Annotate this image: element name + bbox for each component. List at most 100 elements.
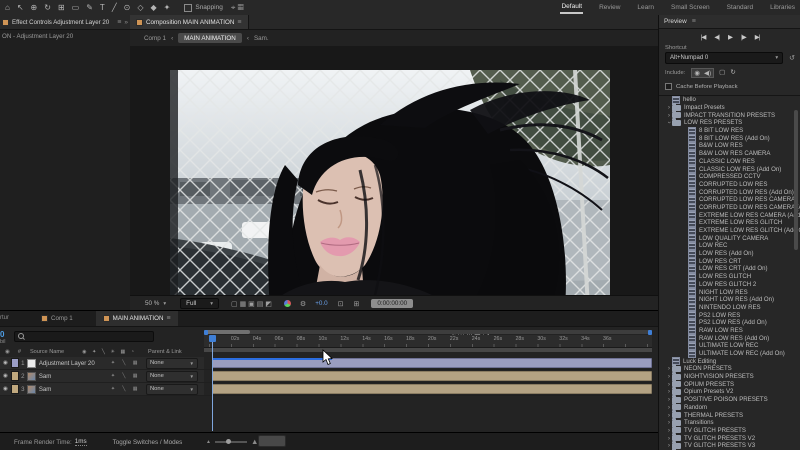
- effects-list-item[interactable]: PS2 LOW RES: [659, 311, 800, 319]
- effects-list-item[interactable]: PS2 LOW RES (Add On): [659, 319, 800, 327]
- work-area-bar[interactable]: [204, 348, 652, 352]
- layer-color-chip[interactable]: [11, 384, 19, 394]
- layer-row[interactable]: ◉ 3 Sam ✦ ╲ ▦ None ▼: [0, 383, 204, 396]
- toolbar-tool-icon[interactable]: ✎: [86, 0, 93, 15]
- layer-name[interactable]: Sam: [39, 386, 111, 393]
- effects-list-item[interactable]: B&W LOW RES CAMERA: [659, 150, 800, 158]
- effects-list-item[interactable]: hello: [659, 96, 800, 104]
- eye-column-icon[interactable]: ◉: [5, 349, 10, 355]
- effects-list-item[interactable]: › TV GLITCH PRESETS V2: [659, 434, 800, 442]
- transport-button[interactable]: |▶: [741, 33, 746, 41]
- time-ruler[interactable]: 0s02s04s06s08s10s12s14s16s18s20s22s24s26…: [204, 335, 652, 348]
- effects-list-item[interactable]: LOW RES GLITCH: [659, 273, 800, 281]
- effects-list-item[interactable]: › IMPACT TRANSITION PRESETS: [659, 111, 800, 119]
- parent-link-dropdown[interactable]: None ▼: [146, 384, 198, 395]
- effects-list-item[interactable]: B&W LOW RES: [659, 142, 800, 150]
- toolbar-tool-icon[interactable]: ↻: [44, 0, 51, 15]
- cache-before-playback-checkbox[interactable]: [665, 83, 672, 90]
- effects-list-item[interactable]: 8 BIT LOW RES (Add On): [659, 134, 800, 142]
- effects-list-item[interactable]: CORRUPTED LOW RES CAMERA (Add On): [659, 204, 800, 212]
- effects-list-item[interactable]: LOW RES GLITCH 2: [659, 281, 800, 289]
- breadcrumb-layer[interactable]: Sam.: [254, 35, 269, 42]
- parent-link-dropdown[interactable]: None ▼: [146, 358, 198, 369]
- navigator-handle[interactable]: [206, 330, 250, 334]
- snapping-control[interactable]: Snapping: [184, 4, 222, 12]
- timeline-tab-main-animation[interactable]: MAIN ANIMATION ≡: [96, 311, 178, 326]
- source-name-column-header[interactable]: Source Name: [30, 349, 64, 355]
- time-navigator[interactable]: [204, 330, 652, 334]
- effects-list-item[interactable]: › TV GLITCH PRESETS V3: [659, 442, 800, 450]
- layer-switches-icons[interactable]: ✦ ╲ ▦: [111, 386, 141, 392]
- loop-icon[interactable]: ↻: [730, 68, 735, 78]
- toggle-switches-button[interactable]: Toggle Switches / Modes: [113, 439, 183, 446]
- effects-list-item[interactable]: EXTREME LOW RES CAMERA (Add On): [659, 211, 800, 219]
- effects-list-item[interactable]: LOW RES CRT: [659, 257, 800, 265]
- effects-list-item[interactable]: › Transitions: [659, 419, 800, 427]
- view-option-icons[interactable]: ▢ ▦ ▣ ▤ ◩: [231, 300, 272, 308]
- effects-list-item[interactable]: › OPIUM PRESETS: [659, 380, 800, 388]
- effect-controls-tab[interactable]: Effect Controls Adjustment Layer 20: [12, 19, 109, 26]
- eye-icon[interactable]: ◉: [694, 69, 700, 77]
- zoom-slider-knob[interactable]: [226, 439, 231, 444]
- layer-duration-bar[interactable]: [212, 371, 652, 381]
- timeline-tab-comp1[interactable]: Comp 1: [34, 311, 80, 326]
- layer-row[interactable]: ◉ 1 Adjustment Layer 20 ✦ ╲ ▦ None ▼: [0, 357, 204, 370]
- workspace-tab[interactable]: Standard: [726, 2, 754, 13]
- effects-list-item[interactable]: › TV GLITCH PRESETS: [659, 427, 800, 435]
- layer-switches-icons[interactable]: ✦ ╲ ▦: [111, 373, 141, 379]
- workspace-tab[interactable]: Review: [598, 2, 621, 13]
- effects-list-item[interactable]: CORRUPTED LOW RES (Add On): [659, 188, 800, 196]
- snapshot-camera-icon[interactable]: ⊡: [338, 300, 344, 308]
- channel-icon[interactable]: [284, 300, 291, 307]
- toolbar-tool-icon[interactable]: ⊕: [31, 0, 38, 15]
- panel-menu-icon[interactable]: ≡: [166, 315, 170, 322]
- parent-link-dropdown[interactable]: None ▼: [146, 371, 198, 382]
- effects-list-item[interactable]: LOW QUALITY CAMERA: [659, 234, 800, 242]
- effects-list-item[interactable]: CORRUPTED LOW RES CAMERA: [659, 196, 800, 204]
- show-snapshot-icon[interactable]: ⊞: [354, 300, 360, 308]
- effects-list-item[interactable]: EXTREME LOW RES GLITCH: [659, 219, 800, 227]
- effects-list-item[interactable]: › NEON PRESETS: [659, 365, 800, 373]
- effects-list-item[interactable]: › THERMAL PRESETS: [659, 411, 800, 419]
- layer-eye-icon[interactable]: ◉: [3, 373, 8, 379]
- effects-list-item[interactable]: RAW LOW RES (Add On): [659, 334, 800, 342]
- effects-list-item[interactable]: LOW RES CRT (Add On): [659, 265, 800, 273]
- snapping-options-icons[interactable]: ⌖ ▦: [231, 3, 244, 13]
- effects-list-item[interactable]: Luck Editing: [659, 357, 800, 365]
- current-timecode[interactable]: 0:00:00:00: [371, 299, 413, 308]
- layer-name[interactable]: Sam: [39, 373, 111, 380]
- panel-overflow-icon[interactable]: »: [124, 19, 128, 26]
- layer-duration-bar[interactable]: [212, 384, 652, 394]
- fast-previews-gear-icon[interactable]: ⚙: [300, 300, 306, 308]
- effects-list-item[interactable]: CORRUPTED LOW RES: [659, 181, 800, 189]
- layer-color-chip[interactable]: [11, 358, 19, 368]
- layer-color-chip[interactable]: [11, 371, 19, 381]
- navigator-start-handle[interactable]: [204, 330, 208, 335]
- effects-list-item[interactable]: › Impact Presets: [659, 104, 800, 112]
- effects-list-item[interactable]: › POSITIVE POISON PRESETS: [659, 396, 800, 404]
- toolbar-tool-icon[interactable]: ╱: [112, 0, 117, 15]
- effects-list-item[interactable]: › LOW RES PRESETS: [659, 119, 800, 127]
- effects-list-item[interactable]: NINTENDO LOW RES: [659, 304, 800, 312]
- snapping-checkbox[interactable]: [184, 4, 192, 12]
- panel-menu-icon[interactable]: ≡: [117, 19, 121, 26]
- effects-list-item[interactable]: EXTREME LOW RES GLITCH (Add On): [659, 227, 800, 235]
- toolbar-tool-icon[interactable]: ✦: [164, 0, 171, 15]
- workspace-tab[interactable]: Small Screen: [670, 2, 711, 13]
- workspace-tab[interactable]: Learn: [636, 2, 655, 13]
- zoom-out-mountain-icon[interactable]: ▲: [206, 439, 211, 445]
- workspace-tab[interactable]: Libraries: [769, 2, 796, 13]
- resolution-dropdown[interactable]: Full ▾: [180, 298, 219, 309]
- effects-list-item[interactable]: › Opium Presets V2: [659, 388, 800, 396]
- layer-switches-icons[interactable]: ✦ ╲ ▦: [111, 360, 141, 366]
- effects-list-item[interactable]: LOW RES (Add On): [659, 250, 800, 258]
- toolbar-tool-icon[interactable]: ⌂: [5, 0, 10, 15]
- transport-button[interactable]: ◀|: [714, 33, 719, 41]
- include-video-audio-icons[interactable]: ◉ ◀): [691, 68, 714, 78]
- playhead[interactable]: [209, 335, 216, 342]
- layer-row[interactable]: ◉ 2 Sam ✦ ╲ ▦ None ▼: [0, 370, 204, 383]
- transport-button[interactable]: ▶|: [755, 33, 760, 41]
- toolbar-tool-icon[interactable]: ◆: [151, 0, 157, 15]
- transport-button[interactable]: |◀: [701, 33, 706, 41]
- effects-list-item[interactable]: COMPRESSED CCTV: [659, 173, 800, 181]
